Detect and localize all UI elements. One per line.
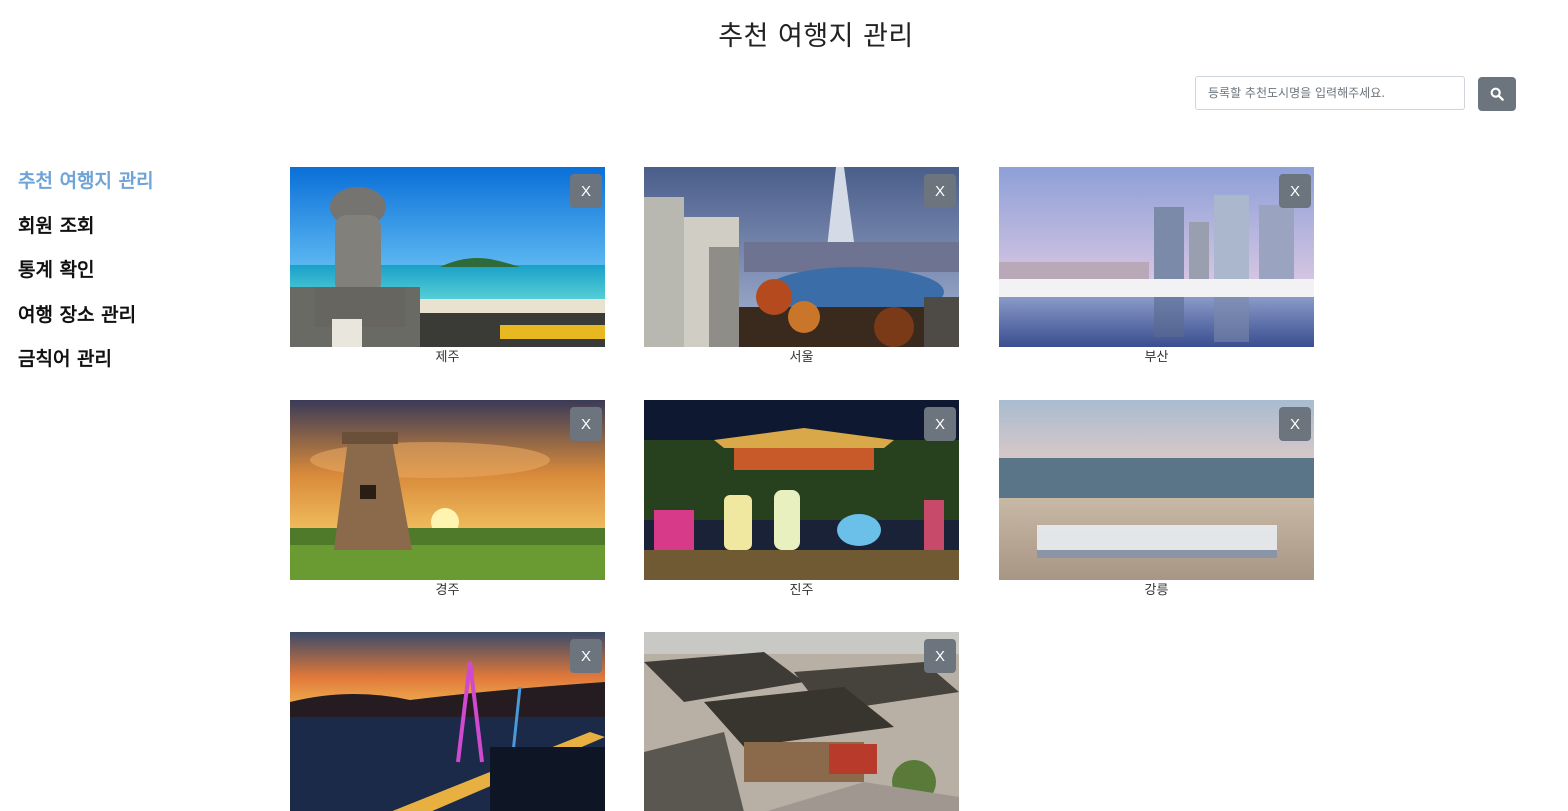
delete-button[interactable]: X <box>924 407 956 441</box>
sidebar-item-banned-words[interactable]: 금칙어 관리 <box>18 344 154 389</box>
delete-button[interactable]: X <box>924 174 956 208</box>
destination-image: X <box>290 400 605 580</box>
destination-card: X <box>290 632 605 811</box>
destination-card: X 서울 <box>644 167 959 367</box>
search-icon <box>1490 87 1504 101</box>
sidebar-item-travel-places[interactable]: 여행 장소 관리 <box>18 300 154 345</box>
search-input[interactable] <box>1195 76 1465 110</box>
sidebar-item-statistics[interactable]: 통계 확인 <box>18 255 154 300</box>
sidebar-item-recommended-destinations[interactable]: 추천 여행지 관리 <box>18 166 154 211</box>
destination-name: 진주 <box>789 583 814 598</box>
destination-image: X <box>999 167 1314 347</box>
delete-button[interactable]: X <box>924 639 956 673</box>
destination-image: X <box>290 632 605 811</box>
destination-name: 경주 <box>435 583 460 598</box>
destination-image: X <box>644 400 959 580</box>
destination-card: X 제주 <box>290 167 605 367</box>
destination-card: X 강릉 <box>999 400 1314 600</box>
page-title: 추천 여행지 관리 <box>718 21 914 52</box>
destination-card: X 부산 <box>999 167 1314 367</box>
destination-card: X 진주 <box>644 400 959 600</box>
delete-button[interactable]: X <box>570 407 602 441</box>
destination-name: 제주 <box>435 350 460 365</box>
sidebar-item-member-lookup[interactable]: 회원 조회 <box>18 211 154 256</box>
destination-name: 서울 <box>789 350 814 365</box>
delete-button[interactable]: X <box>1279 174 1311 208</box>
destination-name: 강릉 <box>1144 583 1169 598</box>
destination-image: X <box>999 400 1314 580</box>
sidebar-nav: 추천 여행지 관리 회원 조회 통계 확인 여행 장소 관리 금칙어 관리 <box>18 166 154 389</box>
destination-card: X 경주 <box>290 400 605 600</box>
destination-image: X <box>290 167 605 347</box>
delete-button[interactable]: X <box>570 174 602 208</box>
destination-image: X <box>644 167 959 347</box>
delete-button[interactable]: X <box>1279 407 1311 441</box>
destination-card: X <box>644 632 959 811</box>
destination-image: X <box>644 632 959 811</box>
destination-name: 부산 <box>1144 350 1169 365</box>
delete-button[interactable]: X <box>570 639 602 673</box>
search-button[interactable] <box>1478 77 1516 111</box>
